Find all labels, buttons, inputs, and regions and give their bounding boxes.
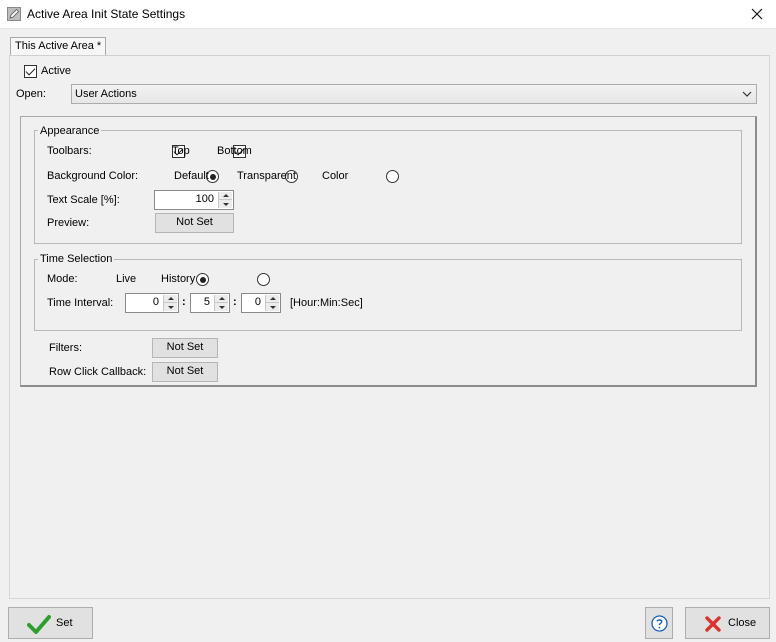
spin-up-icon[interactable] (164, 295, 177, 303)
toolbar-top-label: Top (172, 145, 190, 157)
appearance-group (34, 130, 742, 244)
text-scale-value: 100 (195, 193, 214, 205)
row-click-not-set-button[interactable]: Not Set (152, 362, 218, 382)
time-selection-title: Time Selection (38, 253, 115, 265)
time-separator: : (182, 296, 186, 308)
close-icon (705, 616, 721, 632)
spin-down-icon[interactable] (266, 303, 279, 311)
spin-down-icon[interactable] (215, 303, 228, 311)
spin-up-icon[interactable] (219, 192, 232, 200)
pencil-icon (7, 7, 21, 21)
minutes-value: 5 (203, 296, 210, 308)
preview-not-set-button[interactable]: Not Set (155, 213, 234, 233)
active-checkbox[interactable] (24, 65, 37, 78)
filters-not-set-button[interactable]: Not Set (152, 338, 218, 358)
mode-history-label: History (161, 273, 196, 285)
mode-label: Mode: (47, 273, 78, 285)
toolbars-label: Toolbars: (47, 145, 92, 157)
time-separator: : (233, 296, 237, 308)
window-title: Active Area Init State Settings (27, 7, 186, 21)
active-label: Active (41, 65, 71, 77)
window-close-button[interactable] (745, 3, 769, 25)
text-scale-spinner[interactable]: 100 (154, 190, 234, 210)
spin-down-icon[interactable] (164, 303, 177, 311)
hours-value: 0 (152, 296, 159, 308)
spin-up-icon[interactable] (215, 295, 228, 303)
time-interval-unit: [Hour:Min:Sec] (290, 297, 363, 309)
row-click-callback-label: Row Click Callback: (49, 366, 147, 378)
title-bar: Active Area Init State Settings (0, 0, 776, 29)
open-select-value: User Actions (75, 88, 137, 100)
background-transparent-label: Transparent (237, 170, 296, 182)
time-interval-label: Time Interval: (47, 297, 114, 309)
minutes-spinner[interactable]: 5 (190, 293, 230, 313)
help-button[interactable] (645, 607, 673, 639)
set-button[interactable]: Set (8, 607, 93, 639)
toolbar-bottom-label: Bottom (217, 145, 252, 157)
hours-spinner[interactable]: 0 (125, 293, 179, 313)
seconds-value: 0 (254, 296, 261, 308)
background-default-label: Default (174, 170, 209, 182)
appearance-title: Appearance (38, 125, 102, 137)
check-icon (27, 615, 51, 634)
text-scale-label: Text Scale [%]: (47, 194, 120, 206)
help-icon (651, 615, 668, 632)
background-color-label: Background Color: (47, 170, 139, 182)
spin-up-icon[interactable] (266, 295, 279, 303)
open-label: Open: (16, 88, 46, 100)
filters-label: Filters: (49, 342, 82, 354)
background-color-option-label: Color (322, 170, 349, 182)
close-button[interactable]: Close (685, 607, 770, 639)
set-button-label: Set (56, 617, 73, 629)
close-icon (751, 8, 763, 20)
tab-this-active-area[interactable]: This Active Area * (10, 37, 107, 55)
chevron-down-icon (742, 91, 752, 97)
spin-down-icon[interactable] (219, 200, 232, 208)
mode-live-label: Live (116, 273, 137, 285)
preview-label: Preview: (47, 217, 90, 229)
seconds-spinner[interactable]: 0 (241, 293, 281, 313)
close-button-label: Close (728, 617, 757, 629)
open-select[interactable]: User Actions (71, 84, 757, 104)
